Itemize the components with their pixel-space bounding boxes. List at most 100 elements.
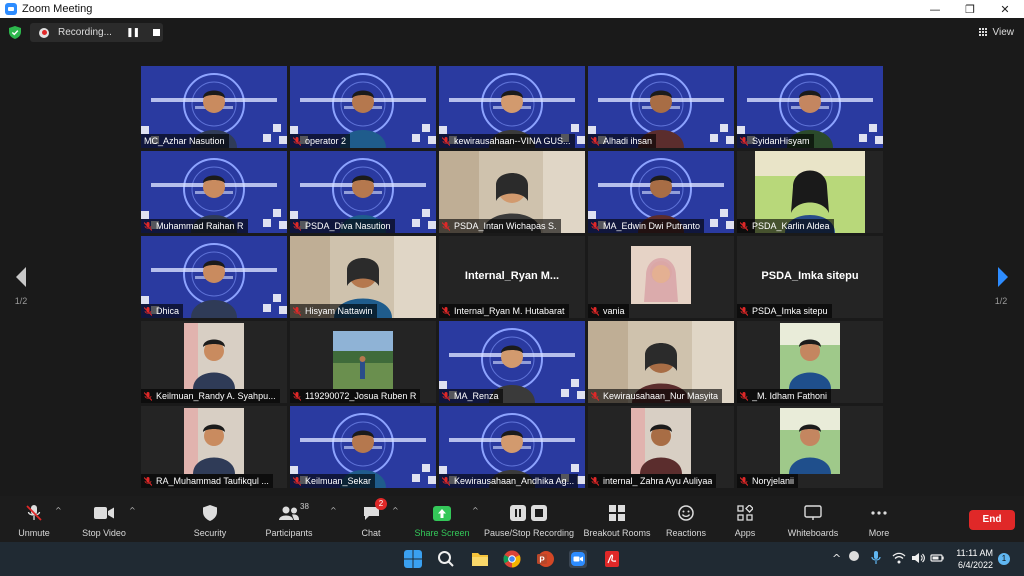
participant-name-tag: MA_Edwin Dwi Putranto [588,219,705,233]
participant-name: Alhadi ihsan [603,136,653,146]
participant-video-tile[interactable]: Muhammad Raihan R [141,151,287,233]
participant-video-tile[interactable]: vania [588,236,734,318]
participant-video-tile[interactable]: PSDA_Diva Nasution [290,151,436,233]
chat-caret-icon[interactable]: ^ [392,506,399,515]
participant-name-tag: Dhica [141,304,184,318]
file-explorer-icon[interactable] [471,550,489,568]
participant-video-tile[interactable]: PSDA_Imka sitepu PSDA_Imka sitepu [737,236,883,318]
participant-name-tag: Kewirausahaan_Andhika Ag... [439,474,579,488]
audio-options-caret-icon[interactable]: ^ [55,506,62,515]
microphone-tray-icon[interactable] [871,551,881,565]
stop-video-button[interactable]: Stop Video [80,496,128,542]
pdf-reader-icon[interactable] [603,550,621,568]
share-caret-icon[interactable]: ^ [472,506,479,515]
notification-badge[interactable]: 1 [998,553,1010,565]
participant-video-tile[interactable]: Internal_Ryan M... Internal_Ryan M. Huta… [439,236,585,318]
participant-name: Dhica [156,306,180,316]
mic-muted-icon [442,476,450,486]
security-shield-icon[interactable] [9,26,21,39]
participant-video-tile[interactable]: MC_Azhar Nasution [141,66,287,148]
mic-muted-icon [740,136,748,146]
participant-video-tile[interactable]: MA_Renza [439,321,585,403]
next-page-arrow-icon[interactable] [996,266,1010,288]
participant-name-tag: PSDA_Intan Wichapas S. [439,219,561,233]
mic-muted-icon [442,221,450,231]
smiley-icon [676,504,696,522]
share-screen-button[interactable]: Share Screen [412,496,472,542]
participant-video-tile[interactable]: Dhica [141,236,287,318]
participants-button[interactable]: 38 Participants [264,496,314,542]
battery-icon[interactable] [930,552,944,564]
close-button[interactable]: ✕ [988,0,1022,18]
restore-button[interactable]: ❐ [953,0,987,18]
windows-start-icon[interactable] [404,550,422,568]
participant-name: PSDA_Karlin Aldea [752,221,830,231]
participant-video-tile[interactable]: Hisyam Nattawin [290,236,436,318]
chat-button[interactable]: 2 Chat [356,496,387,542]
taskbar-clock[interactable]: 11:11 AM 6/4/2022 [951,547,993,571]
breakout-rooms-icon [607,504,627,522]
participant-name-tag: Internal_Ryan M. Hutabarat [439,304,569,318]
participant-name: MC_Azhar Nasution [144,136,225,146]
participant-video-tile[interactable]: Keilmuan_Sekar [290,406,436,488]
meeting-toolbar: Unmute ^ Stop Video ^ Security 38 Partic… [0,496,1024,542]
pause-stop-recording-button[interactable]: Pause/Stop Recording [482,496,576,542]
video-camera-icon [94,504,114,522]
chat-bubble-icon: 2 [361,498,387,522]
participant-video-tile[interactable]: 119290072_Josua Ruben R [290,321,436,403]
mic-muted-icon [144,391,152,401]
participant-name-tag: kewirausahaan--VINA GUS... [439,134,575,148]
whiteboards-button[interactable]: Whiteboards [786,496,840,542]
participant-name-tag: _M. Idham Fathoni [737,389,832,403]
participant-name-tag: Muhammad Raihan R [141,219,248,233]
unmute-button[interactable]: Unmute [14,496,54,542]
breakout-rooms-button[interactable]: Breakout Rooms [583,496,651,542]
minimize-button[interactable]: — [918,0,952,18]
participant-video-tile[interactable]: RA_Muhammad Taufikqul ... [141,406,287,488]
participant-video-tile[interactable]: PSDA_Karlin Aldea [737,151,883,233]
wifi-icon[interactable] [892,552,906,564]
apps-button[interactable]: Apps [730,496,760,542]
participant-video-tile[interactable]: PSDA_Intan Wichapas S. [439,151,585,233]
participant-video-tile[interactable]: Noryjelanii [737,406,883,488]
tray-overflow-caret-icon[interactable]: ^ [832,552,841,565]
reactions-button[interactable]: Reactions [664,496,708,542]
reactions-label: Reactions [665,528,707,538]
meeting-topbar: Recording... ❚❚ View [0,18,1024,46]
participant-video-tile[interactable]: SyidanHisyam [737,66,883,148]
participant-video-tile[interactable]: kewirausahaan--VINA GUS... [439,66,585,148]
participant-video-tile[interactable]: operator 2 [290,66,436,148]
previous-page-arrow-icon[interactable] [14,266,28,288]
participant-name-tag: operator 2 [290,134,351,148]
video-options-caret-icon[interactable]: ^ [129,506,136,515]
chrome-icon[interactable] [503,550,521,568]
more-button[interactable]: More [864,496,894,542]
view-button[interactable]: View [978,24,1014,40]
grid-view-icon [978,27,988,37]
volume-icon[interactable] [911,552,925,564]
powerpoint-icon[interactable]: P [536,550,554,568]
participant-video-tile[interactable]: internal_ Zahra Ayu Auliyaa [588,406,734,488]
participant-video-tile[interactable]: _M. Idham Fathoni [737,321,883,403]
search-icon[interactable] [437,550,455,568]
end-meeting-button[interactable]: End [969,510,1015,530]
participant-video-tile[interactable]: Keilmuan_Randy A. Syahpu... [141,321,287,403]
participant-video-tile[interactable]: Kewirausahaan_Andhika Ag... [439,406,585,488]
participant-video-tile[interactable]: MA_Edwin Dwi Putranto [588,151,734,233]
participant-video-tile[interactable]: Kewirausahaan_Nur Masyita [588,321,734,403]
unmute-label: Unmute [18,528,50,538]
stop-recording-icon[interactable] [153,29,161,36]
participant-name-tag: Alhadi ihsan [588,134,657,148]
security-button[interactable]: Security [190,496,230,542]
participant-video-tile[interactable]: Alhadi ihsan [588,66,734,148]
participant-display-name: Internal_Ryan M... [464,270,560,282]
share-screen-label: Share Screen [414,528,470,538]
participants-caret-icon[interactable]: ^ [330,506,337,515]
participant-name: vania [603,306,625,316]
participant-name: Hisyam Nattawin [305,306,373,316]
zoom-taskbar-icon[interactable] [569,550,587,568]
pause-recording-icon[interactable]: ❚❚ [126,28,140,38]
video-gallery: MC_Azhar Nasution operator 2 kewirausaha… [141,66,883,492]
participant-name-tag: PSDA_Imka sitepu [737,304,832,318]
tray-circle-icon[interactable] [849,551,859,561]
